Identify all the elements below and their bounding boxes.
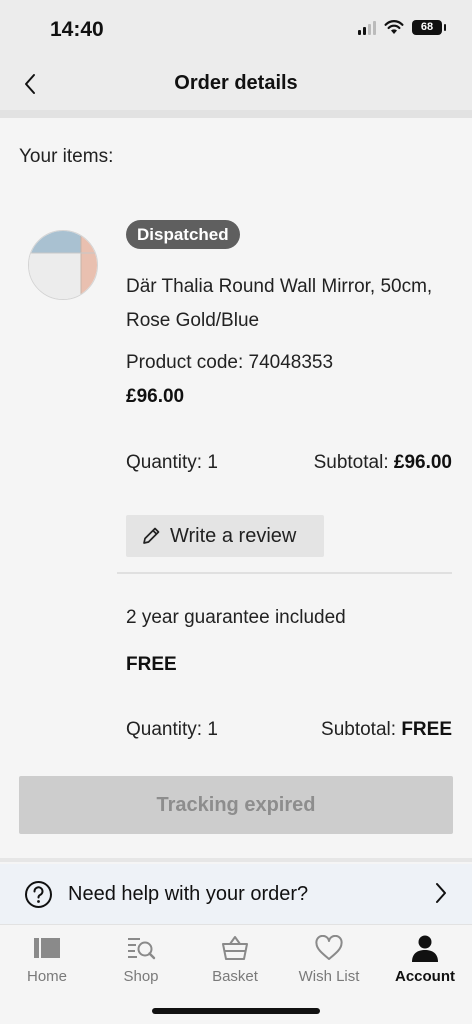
tab-label: Account (395, 968, 455, 985)
account-icon (412, 935, 438, 962)
question-circle-icon (25, 881, 52, 908)
tab-shop[interactable]: Shop (94, 931, 188, 985)
status-bar: 14:40 68 (0, 0, 472, 58)
shop-search-icon (128, 938, 156, 960)
tab-basket[interactable]: Basket (188, 931, 282, 985)
wifi-icon (384, 20, 404, 34)
mirror-image (29, 231, 97, 299)
header-divider (0, 110, 472, 118)
tracking-expired-button[interactable]: Tracking expired (19, 776, 453, 834)
basket-icon (222, 936, 248, 960)
home-indicator (152, 1008, 320, 1014)
product-code: Product code: 74048353 (126, 352, 334, 373)
item-divider (117, 572, 452, 574)
tab-account[interactable]: Account (378, 931, 472, 985)
write-review-label: Write a review (170, 524, 297, 547)
write-review-button[interactable]: Write a review (126, 515, 324, 557)
tab-label: Basket (212, 968, 258, 985)
tab-label: Wish List (298, 968, 360, 985)
item-subtotal: Subtotal: £96.00 (314, 452, 452, 474)
signal-icon (358, 20, 376, 35)
subtotal-label: Subtotal: (321, 719, 397, 740)
your-items-label: Your items: (19, 146, 114, 167)
guarantee-name: 2 year guarantee included (126, 607, 346, 628)
home-icon (34, 938, 60, 958)
status-icons: 68 (358, 20, 446, 35)
status-time: 14:40 (50, 18, 104, 41)
subtotal-value: FREE (401, 719, 452, 740)
tab-label: Home (26, 968, 67, 985)
guarantee-quantity: Quantity: 1 (126, 719, 218, 740)
battery-icon: 68 (412, 20, 446, 35)
header-bar: Order details (0, 58, 472, 110)
product-thumbnail[interactable] (28, 230, 98, 300)
chevron-right-icon (436, 883, 446, 903)
status-badge: Dispatched (126, 220, 240, 249)
page-title: Order details (174, 72, 298, 94)
subtotal-label: Subtotal: (313, 452, 389, 473)
tab-home[interactable]: Home (0, 931, 94, 985)
tab-wish-list[interactable]: Wish List (282, 931, 376, 985)
guarantee-subtotal: Subtotal: FREE (321, 719, 452, 741)
product-price: £96.00 (126, 386, 185, 407)
help-row[interactable]: Need help with your order? (0, 864, 472, 924)
item-quantity: Quantity: 1 (126, 452, 218, 473)
help-text: Need help with your order? (68, 883, 309, 905)
tab-label: Shop (123, 968, 159, 985)
heart-icon (315, 935, 343, 960)
guarantee-price: FREE (126, 654, 177, 675)
product-name[interactable]: Där Thalia Round Wall Mirror, 50cm, Rose… (126, 270, 446, 338)
section-divider (0, 858, 472, 862)
subtotal-value: £96.00 (393, 452, 452, 473)
pencil-icon (143, 527, 160, 544)
